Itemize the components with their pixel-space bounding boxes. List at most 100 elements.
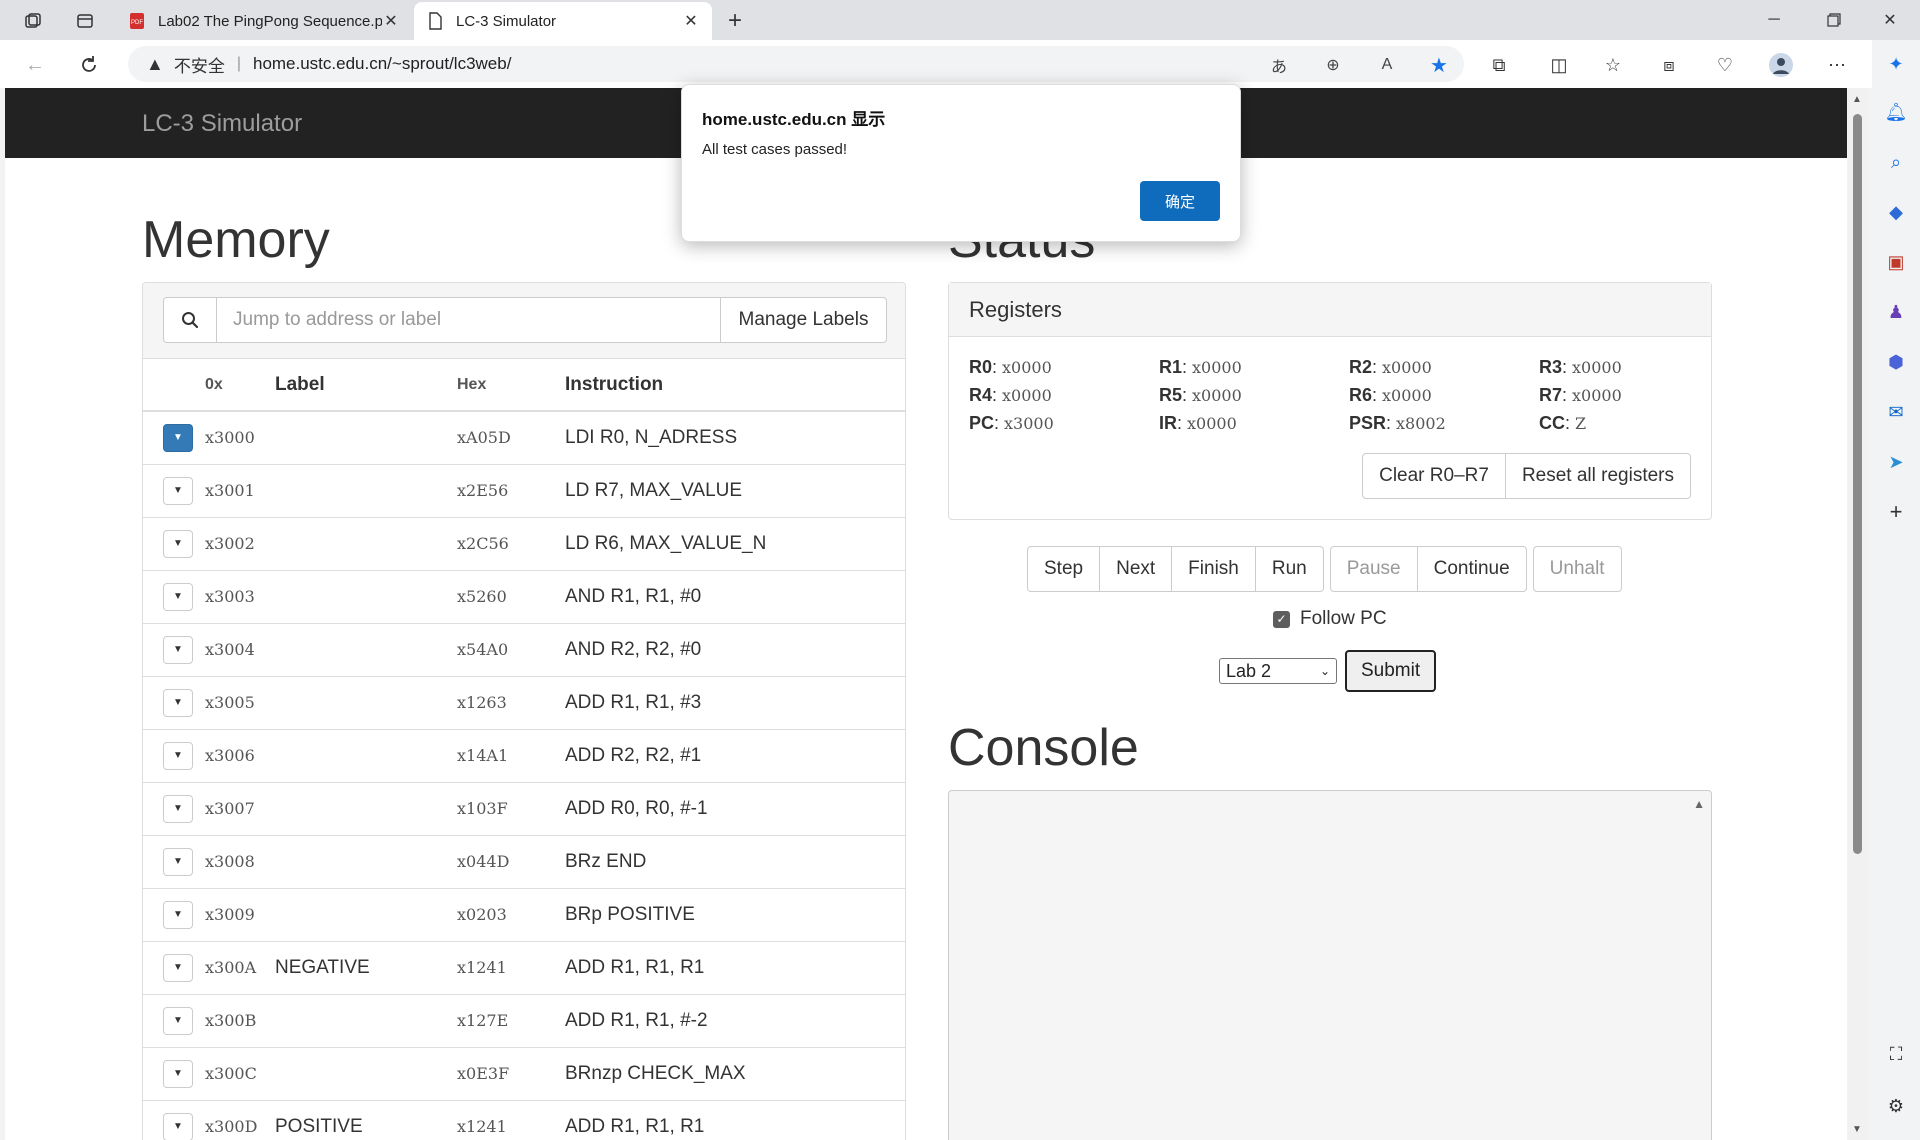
register-value[interactable]: x0000 (1382, 358, 1432, 377)
row-menu-chevron-icon[interactable]: ▼ (163, 582, 193, 611)
scrollbar-thumb[interactable] (1853, 114, 1862, 854)
scroll-up-arrow-icon[interactable]: ▲ (1852, 94, 1862, 105)
row-menu-chevron-icon[interactable]: ▼ (163, 476, 193, 505)
follow-pc-option[interactable]: ✓ Follow PC (1273, 608, 1387, 630)
favorite-star-icon[interactable]: ★ (1428, 54, 1450, 77)
run-button[interactable]: Run (1255, 546, 1324, 592)
close-tab-icon[interactable]: ✕ (682, 12, 700, 30)
browser-essentials-icon[interactable]: ♡ (1712, 52, 1738, 78)
read-aloud-icon[interactable]: A (1376, 54, 1398, 76)
row-menu-chevron-icon[interactable]: ▼ (163, 423, 193, 452)
zoom-icon[interactable]: ⊕ (1322, 54, 1344, 76)
register-value[interactable]: x0000 (1187, 414, 1237, 433)
tab-lab02-pdf[interactable]: PDF Lab02 The PingPong Sequence.p ✕ (116, 2, 412, 40)
extensions-icon[interactable]: ⧉ (1486, 52, 1512, 78)
manage-labels-button[interactable]: Manage Labels (721, 297, 887, 343)
table-row[interactable]: ▼ x3002 x2C56 LD R6, MAX_VALUE_N (143, 517, 905, 571)
register-value[interactable]: Z (1575, 414, 1586, 433)
outlook-icon[interactable]: ✉ (1882, 398, 1910, 426)
table-row[interactable]: ▼ x3000 xA05D LDI R0, N_ADRESS (143, 411, 905, 465)
games-icon[interactable]: ♟ (1882, 298, 1910, 326)
register-value[interactable]: x0000 (1192, 358, 1242, 377)
register-value[interactable]: x8002 (1396, 414, 1446, 433)
table-row[interactable]: ▼ x300D POSITIVE x1241 ADD R1, R1, R1 (143, 1100, 905, 1140)
microsoft-365-icon[interactable]: ⬢ (1882, 348, 1910, 376)
scroll-up-icon[interactable]: ▲ (1693, 797, 1705, 811)
clear-registers-button[interactable]: Clear R0–R7 (1362, 453, 1506, 499)
row-menu-chevron-icon[interactable]: ▼ (163, 953, 193, 982)
row-menu-chevron-icon[interactable]: ▼ (163, 794, 193, 823)
register-value[interactable]: x3000 (1004, 414, 1054, 433)
jump-to-address-input[interactable] (217, 297, 721, 343)
table-row[interactable]: ▼ x3008 x044D BRz END (143, 835, 905, 889)
back-icon[interactable]: ← (20, 50, 50, 80)
site-brand[interactable]: LC-3 Simulator (142, 110, 302, 138)
table-row[interactable]: ▼ x3003 x5260 AND R1, R1, #0 (143, 570, 905, 624)
table-row[interactable]: ▼ x300C x0E3F BRnzp CHECK_MAX (143, 1047, 905, 1101)
submit-button[interactable]: Submit (1345, 650, 1437, 692)
tab-lc3-simulator[interactable]: LC-3 Simulator ✕ (414, 2, 712, 40)
register-value[interactable]: x0000 (1382, 386, 1432, 405)
address-bar[interactable]: ▲ 不安全 | home.ustc.edu.cn/~sprout/lc3web/… (128, 46, 1464, 82)
drop-icon[interactable]: ➤ (1882, 448, 1910, 476)
row-menu-chevron-icon[interactable]: ▼ (163, 688, 193, 717)
finish-button[interactable]: Finish (1172, 546, 1256, 592)
table-row[interactable]: ▼ x3004 x54A0 AND R2, R2, #0 (143, 623, 905, 677)
follow-pc-label[interactable]: Follow PC (1300, 608, 1387, 630)
row-menu-chevron-icon[interactable]: ▼ (163, 529, 193, 558)
row-menu-chevron-icon[interactable]: ▼ (163, 635, 193, 664)
table-row[interactable]: ▼ x3007 x103F ADD R0, R0, #-1 (143, 782, 905, 836)
favorites-icon[interactable]: ☆ (1600, 52, 1626, 78)
table-row[interactable]: ▼ x300A NEGATIVE x1241 ADD R1, R1, R1 (143, 941, 905, 995)
lab-select[interactable]: Lab 2 ⌄ (1219, 658, 1337, 684)
profile-avatar-icon[interactable] (1768, 52, 1794, 78)
page-scrollbar[interactable]: ▲ ▼ (1848, 88, 1868, 1140)
collections-icon[interactable]: ⧈ (1656, 52, 1682, 78)
reset-registers-button[interactable]: Reset all registers (1505, 453, 1691, 499)
copilot-icon[interactable]: ✦ (1882, 50, 1910, 78)
translate-icon[interactable]: あ (1268, 54, 1290, 76)
tab-actions-icon[interactable] (72, 8, 98, 34)
tools-icon[interactable]: ▣ (1882, 248, 1910, 276)
row-menu-chevron-icon[interactable]: ▼ (163, 1112, 193, 1140)
row-menu-chevron-icon[interactable]: ▼ (163, 847, 193, 876)
table-row[interactable]: ▼ x3009 x0203 BRp POSITIVE (143, 888, 905, 942)
register-value[interactable]: x0000 (1192, 386, 1242, 405)
row-menu-chevron-icon[interactable]: ▼ (163, 900, 193, 929)
next-button[interactable]: Next (1100, 546, 1173, 592)
row-menu-chevron-icon[interactable]: ▼ (163, 741, 193, 770)
table-row[interactable]: ▼ x3006 x14A1 ADD R2, R2, #1 (143, 729, 905, 783)
unhalt-button[interactable]: Unhalt (1532, 546, 1622, 592)
table-row[interactable]: ▼ x300B x127E ADD R1, R1, #-2 (143, 994, 905, 1048)
follow-pc-checkbox[interactable]: ✓ (1273, 610, 1290, 628)
refresh-icon[interactable] (74, 50, 104, 80)
pause-button[interactable]: Pause (1329, 546, 1418, 592)
sidebar-settings-icon[interactable]: ⚙ (1882, 1092, 1910, 1120)
close-tab-icon[interactable]: ✕ (382, 12, 400, 30)
close-window-icon[interactable]: ✕ (1862, 0, 1918, 40)
workspaces-icon[interactable] (20, 8, 46, 34)
scroll-down-arrow-icon[interactable]: ▼ (1852, 1124, 1862, 1135)
warning-icon[interactable]: ▲ (146, 54, 164, 75)
search-sidebar-icon[interactable]: ⌕ (1882, 148, 1910, 176)
register-value[interactable]: x0000 (1572, 386, 1622, 405)
insecure-label[interactable]: 不安全 (174, 52, 225, 77)
table-row[interactable]: ▼ x3005 x1263 ADD R1, R1, #3 (143, 676, 905, 730)
register-value[interactable]: x0000 (1002, 358, 1052, 377)
more-options-icon[interactable]: ⋯ (1824, 52, 1850, 78)
minimize-icon[interactable]: ─ (1746, 0, 1802, 40)
shopping-icon[interactable]: ◆ (1882, 198, 1910, 226)
screenshot-icon[interactable]: ⛶ (1882, 1040, 1910, 1068)
row-menu-chevron-icon[interactable]: ▼ (163, 1006, 193, 1035)
register-value[interactable]: x0000 (1572, 358, 1622, 377)
console-output[interactable]: ▲ (948, 790, 1712, 1140)
maximize-icon[interactable] (1806, 0, 1862, 40)
url-text[interactable]: home.ustc.edu.cn/~sprout/lc3web/ (253, 54, 511, 74)
new-tab-icon[interactable]: + (722, 7, 748, 34)
add-sidebar-app-icon[interactable]: + (1882, 498, 1910, 526)
continue-button[interactable]: Continue (1417, 546, 1527, 592)
row-menu-chevron-icon[interactable]: ▼ (163, 1059, 193, 1088)
split-screen-icon[interactable]: ◫ (1546, 52, 1572, 78)
register-value[interactable]: x0000 (1002, 386, 1052, 405)
step-button[interactable]: Step (1027, 546, 1101, 592)
